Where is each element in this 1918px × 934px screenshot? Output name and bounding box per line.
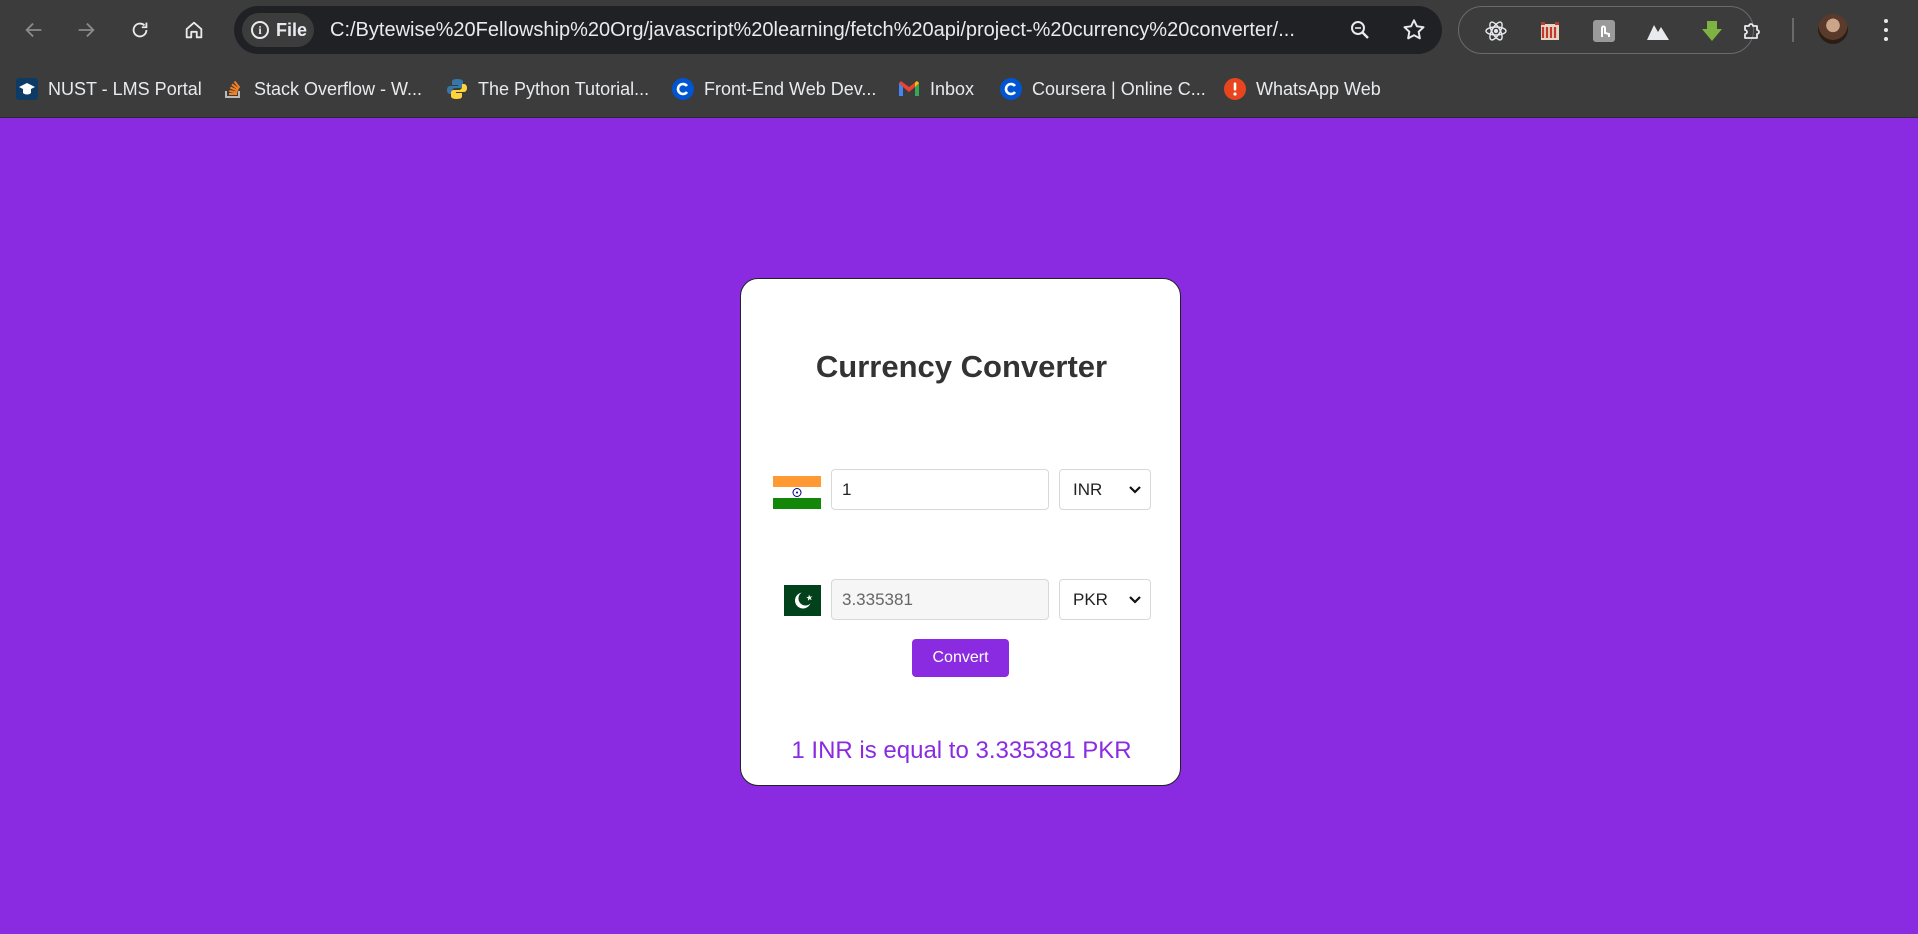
alert-icon <box>1224 78 1246 100</box>
site-info-label: File <box>276 19 308 40</box>
converter-card: Currency Converter INR PKR Convert 1 INR… <box>740 278 1181 786</box>
extension-3[interactable] <box>1591 18 1617 44</box>
graduation-cap-icon <box>16 78 38 100</box>
extensions-group <box>1458 6 1754 54</box>
coursera-icon <box>1000 78 1022 100</box>
from-currency-value: INR <box>1073 479 1103 499</box>
converted-amount-field[interactable] <box>831 579 1049 620</box>
convert-button[interactable]: Convert <box>912 639 1009 677</box>
bookmark-label: Stack Overflow - W... <box>254 78 423 99</box>
extension-2[interactable] <box>1537 18 1563 44</box>
conversion-result: 1 INR is equal to 3.335381 PKR <box>791 737 1132 764</box>
touch-icon <box>1593 20 1615 42</box>
browser-menu-button[interactable] <box>1874 16 1898 44</box>
home-button[interactable] <box>176 12 212 48</box>
toolbar-separator <box>1792 18 1794 42</box>
bookmark-front-end-web-dev[interactable]: Front-End Web Dev... <box>672 74 876 104</box>
bookmark-label: NUST - LMS Portal <box>48 78 202 99</box>
bookmark-star-button[interactable] <box>1400 16 1428 44</box>
reload-button[interactable] <box>122 12 158 48</box>
bookmark-label: Coursera | Online C... <box>1032 78 1206 99</box>
dot-icon <box>1884 37 1888 41</box>
back-button[interactable] <box>16 12 52 48</box>
bookmark-python-tutorial[interactable]: The Python Tutorial... <box>446 74 649 104</box>
address-bar[interactable]: i File C:/Bytewise%20Fellowship%20Org/ja… <box>234 6 1442 54</box>
url-text[interactable]: C:/Bytewise%20Fellowship%20Org/javascrip… <box>330 19 1332 42</box>
home-icon <box>185 21 203 39</box>
download-arrow-icon <box>1702 21 1722 41</box>
bookmark-label: The Python Tutorial... <box>478 78 650 99</box>
star-icon <box>1403 19 1425 40</box>
gmail-icon <box>898 78 920 100</box>
zoom-icon <box>1351 21 1369 39</box>
profile-avatar[interactable] <box>1818 14 1848 44</box>
page-title: Currency Converter <box>815 349 1108 384</box>
castle-icon <box>1541 22 1559 40</box>
zoom-button[interactable] <box>1346 16 1374 44</box>
amount-input[interactable] <box>831 469 1049 510</box>
arrow-left-icon <box>25 22 42 38</box>
to-currency-value: PKR <box>1073 589 1108 609</box>
extension-5[interactable] <box>1699 18 1725 44</box>
pakistan-flag-icon <box>784 585 821 621</box>
bookmarks-bar: NUST - LMS Portal Stack Overflow - W... … <box>0 60 1918 118</box>
dot-icon <box>1884 28 1888 32</box>
puzzle-icon <box>1744 23 1760 39</box>
india-flag-icon <box>773 476 821 514</box>
bookmark-label: WhatsApp Web <box>1256 78 1381 99</box>
react-devtools-extension[interactable] <box>1483 18 1509 44</box>
browser-toolbar: i File C:/Bytewise%20Fellowship%20Org/ja… <box>0 0 1918 60</box>
bookmark-inbox[interactable]: Inbox <box>898 74 974 104</box>
forward-button[interactable] <box>68 12 104 48</box>
extensions-menu-button[interactable] <box>1740 17 1766 43</box>
dot-icon <box>1884 19 1888 23</box>
react-icon <box>1485 21 1507 41</box>
bookmark-coursera[interactable]: Coursera | Online C... <box>1000 74 1206 104</box>
bookmark-whatsapp-web[interactable]: WhatsApp Web <box>1224 74 1381 104</box>
chevron-down-icon <box>1129 595 1141 604</box>
bookmark-nust-lms[interactable]: NUST - LMS Portal <box>16 74 202 104</box>
from-currency-select[interactable]: INR <box>1059 469 1151 510</box>
bookmark-label: Inbox <box>930 78 975 99</box>
mountain-icon <box>1647 25 1669 40</box>
site-info-chip[interactable]: i File <box>242 13 314 47</box>
arrow-right-icon <box>78 22 95 38</box>
python-icon <box>446 78 468 100</box>
coursera-icon <box>672 78 694 100</box>
bookmark-stack-overflow[interactable]: Stack Overflow - W... <box>222 74 422 104</box>
reload-icon <box>132 22 148 38</box>
extension-4[interactable] <box>1645 18 1671 44</box>
bookmark-label: Front-End Web Dev... <box>704 78 877 99</box>
info-icon: i <box>251 21 269 39</box>
to-currency-select[interactable]: PKR <box>1059 579 1151 620</box>
stack-overflow-icon <box>222 78 244 100</box>
chevron-down-icon <box>1129 485 1141 494</box>
